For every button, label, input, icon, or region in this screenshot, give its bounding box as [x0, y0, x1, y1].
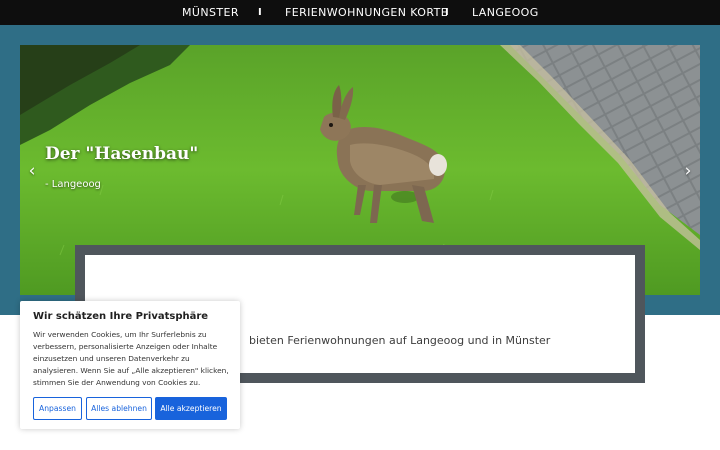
cookie-description: Wir verwenden Cookies, um Ihr Surferlebn…	[33, 330, 229, 387]
nav-separator: I	[445, 7, 449, 18]
nav-item-muenster[interactable]: MÜNSTER	[182, 0, 239, 25]
reject-all-button[interactable]: Alles ablehnen	[86, 397, 152, 420]
nav-item-ferienwohnungen-korte[interactable]: FERIENWOHNUNGEN KORTE	[285, 0, 448, 25]
slide-title: Der "Hasenbau"	[45, 144, 199, 164]
nav-item-langeoog[interactable]: LANGEOOG	[472, 0, 539, 25]
slide-subtitle: - Langeoog	[45, 179, 101, 190]
slider-next-arrow-icon[interactable]: ›	[678, 160, 698, 182]
customize-button[interactable]: Anpassen	[33, 397, 82, 420]
nav-separator: I	[258, 7, 262, 18]
intro-text: bieten Ferienwohnungen auf Langeoog und …	[249, 334, 551, 347]
top-navigation: MÜNSTER I FERIENWOHNUNGEN KORTE I LANGEO…	[0, 0, 720, 25]
cookie-title: Wir schätzen Ihre Privatsphäre	[33, 311, 209, 322]
slider-prev-arrow-icon[interactable]: ‹	[22, 160, 42, 182]
accept-all-button[interactable]: Alle akzeptieren	[155, 397, 227, 420]
cookie-consent-banner: Wir schätzen Ihre Privatsphäre Wir verwe…	[20, 301, 240, 429]
